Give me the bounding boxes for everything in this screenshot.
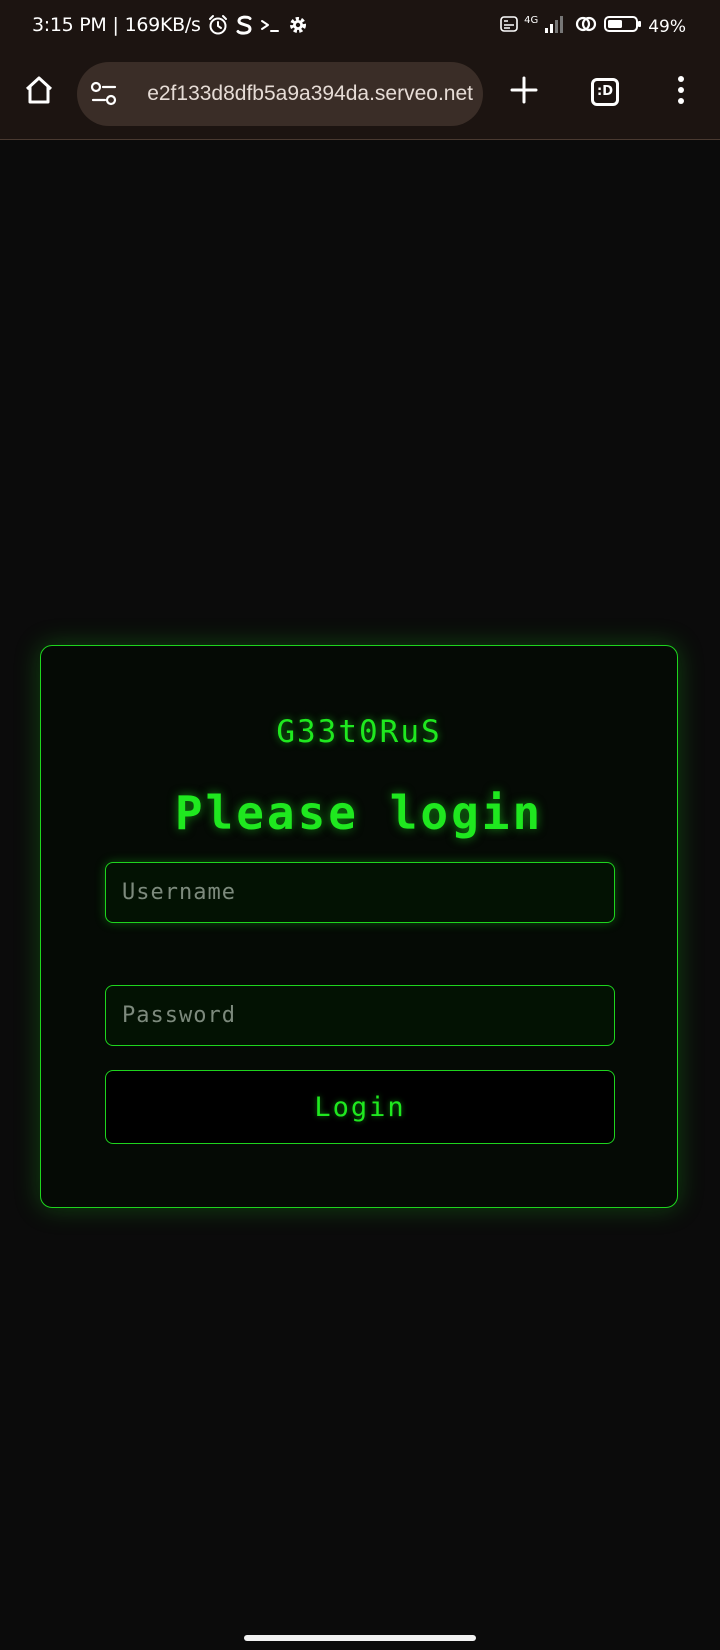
volte-icon: [500, 15, 518, 38]
status-bar: 3:15 PM | 169KB/s 4G 49%: [0, 0, 720, 54]
alarm-icon: [207, 14, 229, 36]
home-indicator: [244, 1635, 476, 1641]
brand-title: G33t0RuS: [276, 714, 442, 750]
terminal-icon: [259, 14, 281, 36]
site-settings-icon[interactable]: [89, 80, 119, 108]
status-time: 3:15 PM: [32, 14, 107, 36]
status-right: 4G 49%: [500, 14, 686, 39]
s-app-icon: [235, 14, 253, 36]
login-heading: Please login: [174, 786, 544, 840]
status-network-speed: 169KB/s: [124, 14, 201, 36]
password-input[interactable]: [105, 985, 615, 1046]
more-menu-icon: [676, 75, 686, 109]
link-icon: [574, 14, 598, 39]
more-menu-button[interactable]: [659, 70, 703, 114]
status-separator: |: [112, 14, 119, 36]
battery-percent: 49%: [648, 16, 686, 37]
battery-icon: [604, 14, 642, 39]
username-input[interactable]: [105, 862, 615, 923]
home-icon: [23, 74, 55, 110]
status-left: 3:15 PM | 169KB/s: [32, 14, 309, 36]
tab-switcher-icon: :D: [591, 78, 619, 106]
page-content: G33t0RuS Please login Login: [0, 140, 720, 1650]
login-card: G33t0RuS Please login Login: [40, 645, 678, 1208]
new-tab-button[interactable]: [502, 70, 546, 114]
url-value: e2f133d8dfb5a9a394da.serveo.net: [147, 82, 473, 105]
signal-icon: [544, 14, 568, 39]
tab-switcher-label: :D: [597, 84, 613, 99]
home-button[interactable]: [17, 70, 61, 114]
new-tab-icon: [509, 75, 539, 109]
address-bar[interactable]: e2f133d8dfb5a9a394da.serveo.net: [77, 62, 483, 126]
tab-switcher-button[interactable]: :D: [583, 70, 627, 114]
network-type-label: 4G: [524, 14, 539, 26]
url-text: e2f133d8dfb5a9a394da.serveo.net: [127, 82, 473, 106]
login-button[interactable]: Login: [105, 1070, 615, 1144]
settings-icon: [287, 14, 309, 36]
browser-toolbar: e2f133d8dfb5a9a394da.serveo.net :D: [0, 54, 720, 140]
